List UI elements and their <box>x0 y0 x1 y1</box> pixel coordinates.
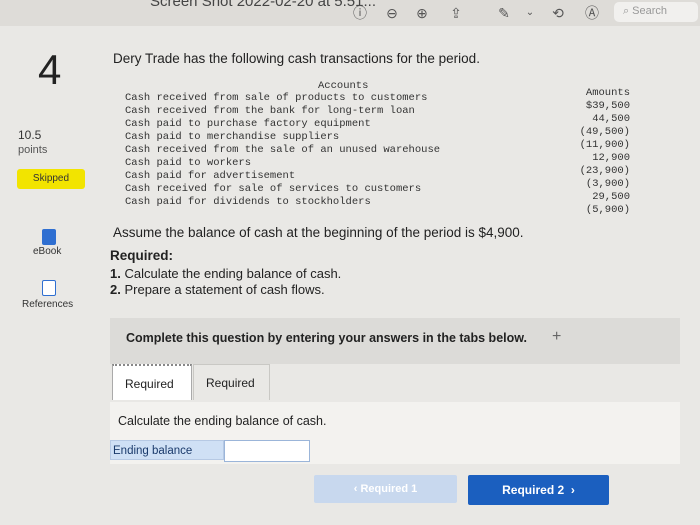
markup-icon[interactable]: ✎ <box>494 3 514 23</box>
account-row: Cash received from the sale of an unused… <box>125 144 441 156</box>
amount-cell: $39,500 <box>585 100 630 112</box>
amount-cell: (11,900) <box>579 139 630 151</box>
account-row: Cash received from sale of products to c… <box>125 92 428 104</box>
ebook-link[interactable]: eBook <box>33 246 61 257</box>
account-row: Cash paid for dividends to stockholders <box>125 196 371 208</box>
complete-prompt: Complete this question by entering your … <box>126 331 527 345</box>
amount-cell: (49,500) <box>579 126 630 138</box>
prev-button[interactable]: ‹ Required 1 <box>314 475 457 503</box>
rotate-icon[interactable]: ⟲ <box>548 3 568 23</box>
ending-balance-label: Ending balance <box>110 440 224 460</box>
account-row: Cash paid for advertisement <box>125 170 296 182</box>
required-item-1: 1. Calculate the ending balance of cash. <box>110 266 342 281</box>
account-row: Cash paid to purchase factory equipment <box>125 118 371 130</box>
chevron-right-icon: › <box>567 483 575 497</box>
tab-required-2[interactable]: Required 2 <box>193 364 270 426</box>
amount-cell: (23,900) <box>579 165 630 177</box>
next-button[interactable]: Required 2 › <box>468 475 609 505</box>
status-badge: Skipped <box>17 169 85 189</box>
references-icon[interactable] <box>42 280 56 296</box>
account-row: Cash paid to workers <box>125 157 252 169</box>
question-sidebar: 4 10.5 points Skipped eBook References <box>0 26 98 525</box>
points-label: points <box>18 144 48 156</box>
amount-cell: 12,900 <box>592 152 630 164</box>
ending-balance-input[interactable] <box>224 440 310 462</box>
ebook-icon[interactable] <box>42 229 56 245</box>
references-link[interactable]: References <box>22 299 73 310</box>
instructions-banner: Complete this question by entering your … <box>110 318 680 364</box>
account-row: Cash received for sale of services to cu… <box>125 183 422 195</box>
amounts-list: $39,500 44,500 (49,500) (11,900) 12,900 … <box>560 100 630 217</box>
account-row: Cash paid to merchandise suppliers <box>125 131 340 143</box>
account-row: Cash received from the bank for long-ter… <box>125 105 415 117</box>
chevron-down-icon[interactable]: ⌄ <box>520 3 540 23</box>
amount-cell: 29,500 <box>592 191 630 203</box>
amount-cell: 44,500 <box>592 113 630 125</box>
search-input[interactable]: ⌕ Search <box>614 2 698 22</box>
points-value: 10.5 <box>18 128 42 142</box>
window-title: Screen Shot 2022-02-20 at 5.51... <box>150 0 376 10</box>
share-icon[interactable]: ⇪ <box>446 3 466 23</box>
search-icon: ⌕ <box>623 5 630 17</box>
question-number: 4 <box>38 46 62 93</box>
question-intro: Dery Trade has the following cash transa… <box>113 51 480 66</box>
amounts-header: Amounts <box>585 87 630 99</box>
zoom-in-icon[interactable]: ⊕ <box>412 3 432 23</box>
panel-instruction: Calculate the ending balance of cash. <box>118 414 327 428</box>
amount-cell: (3,900) <box>585 178 630 190</box>
plus-icon[interactable]: + <box>552 328 561 346</box>
required-heading: Required: <box>110 248 174 263</box>
answer-tabs: Required 1 Required 2 <box>110 364 680 427</box>
assumption-text: Assume the balance of cash at the beginn… <box>113 225 524 240</box>
tab-required-1[interactable]: Required 1 <box>112 364 192 427</box>
window-toolbar: Screen Shot 2022-02-20 at 5.51... ⓘ ⊖ ⊕ … <box>0 0 700 26</box>
amount-cell: (5,900) <box>585 204 630 216</box>
accounts-list: Cash received from sale of products to c… <box>125 92 440 209</box>
annotate-icon[interactable]: Ⓐ <box>582 3 602 23</box>
info-icon[interactable]: ⓘ <box>350 3 370 23</box>
zoom-out-icon[interactable]: ⊖ <box>382 3 402 23</box>
chevron-left-icon: ‹ <box>353 483 358 495</box>
accounts-header: Accounts <box>318 80 369 92</box>
answer-panel: Calculate the ending balance of cash. En… <box>110 402 680 464</box>
required-item-2: 2. Prepare a statement of cash flows. <box>110 282 325 297</box>
